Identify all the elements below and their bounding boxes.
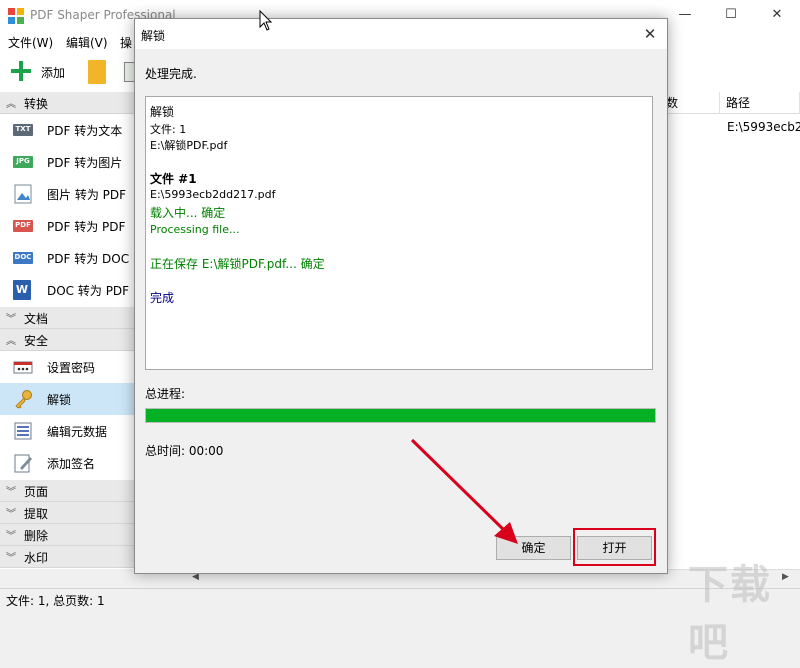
log-box[interactable]: 解锁 文件: 1 E:\解锁PDF.pdf 文件 #1 E:\5993ecb2d… xyxy=(145,96,653,370)
category-security[interactable]: ︽ 安全 xyxy=(0,329,138,351)
unlock-dialog: 解锁 ✕ 处理完成. 解锁 文件: 1 E:\解锁PDF.pdf 文件 #1 E… xyxy=(134,18,668,574)
sidebar-item-label: 添加签名 xyxy=(47,457,96,471)
mouse-cursor-icon xyxy=(259,10,273,31)
category-watermark[interactable]: ︾ 水印 xyxy=(0,546,138,568)
category-label: 提取 xyxy=(24,507,49,521)
dialog-status-text: 处理完成. xyxy=(145,67,197,81)
watermark-logo: 下载吧 xyxy=(688,562,772,666)
sidebar-item-add-signature[interactable]: 添加签名 xyxy=(0,447,138,479)
chevron-down-icon: ︾ xyxy=(6,531,16,542)
status-bar: 文件: 1, 总页数: 1 xyxy=(0,588,800,610)
file-list[interactable]: 数 路径 E:\5993ecb2 xyxy=(660,92,800,569)
sidebar-item-edit-metadata[interactable]: 编辑元数据 xyxy=(0,415,138,447)
sidebar-item-label: 解锁 xyxy=(47,393,72,407)
category-label: 水印 xyxy=(24,551,49,565)
progress-bar xyxy=(145,408,656,423)
progress-fill xyxy=(146,409,655,422)
sidebar-item-label: 编辑元数据 xyxy=(47,425,108,439)
chevron-up-icon: ︽ xyxy=(6,336,16,347)
folder-icon[interactable] xyxy=(88,60,106,84)
ok-button[interactable]: 确定 xyxy=(496,536,571,560)
menu-edit[interactable]: 编辑(V) xyxy=(66,34,108,51)
log-line: 载入中... 确定 xyxy=(150,206,226,220)
password-icon xyxy=(13,361,33,374)
log-line: 文件 #1 xyxy=(150,172,197,186)
category-label: 转换 xyxy=(24,97,49,111)
sidebar-item-pdf-to-image[interactable]: JPG PDF 转为图片 xyxy=(0,146,138,178)
add-icon[interactable] xyxy=(10,60,32,82)
sidebar-item-doc-to-pdf[interactable]: W DOC 转为 PDF xyxy=(0,274,138,306)
dialog-titlebar: 解锁 ✕ xyxy=(135,19,667,49)
log-line: 文件: 1 xyxy=(150,123,187,136)
log-line: E:\5993ecb2dd217.pdf xyxy=(150,188,276,201)
image-icon xyxy=(14,184,32,204)
chevron-down-icon: ︾ xyxy=(6,314,16,325)
sidebar-item-label: PDF 转为 DOC xyxy=(47,252,130,266)
category-label: 删除 xyxy=(24,529,49,543)
metadata-icon xyxy=(14,422,32,440)
add-button[interactable]: 添加 xyxy=(41,64,65,81)
category-document[interactable]: ︾ 文档 xyxy=(0,307,138,329)
close-button[interactable]: ✕ xyxy=(754,0,800,30)
dialog-title: 解锁 xyxy=(141,29,166,43)
sidebar-item-pdf-to-text[interactable]: TXT PDF 转为文本 xyxy=(0,114,138,146)
sidebar-item-pdf-to-doc[interactable]: DOC PDF 转为 DOC xyxy=(0,242,138,274)
column-header-path[interactable]: 路径 xyxy=(720,92,800,114)
signature-icon xyxy=(14,454,32,473)
chevron-down-icon: ︾ xyxy=(6,487,16,498)
open-button[interactable]: 打开 xyxy=(577,536,652,560)
category-label: 页面 xyxy=(24,485,49,499)
txt-icon: TXT xyxy=(13,124,33,136)
log-line: Processing file... xyxy=(150,223,240,236)
column-header-label: 路径 xyxy=(726,96,751,110)
sidebar: ︽ 转换 TXT PDF 转为文本 JPG PDF 转为图片 图片 转为 PDF… xyxy=(0,92,138,569)
category-delete[interactable]: ︾ 删除 xyxy=(0,524,138,546)
progress-label: 总进程: xyxy=(145,387,186,401)
sidebar-item-label: PDF 转为图片 xyxy=(47,156,123,170)
menu-operate[interactable]: 操 xyxy=(120,34,132,51)
close-icon[interactable]: ✕ xyxy=(633,19,667,49)
category-convert[interactable]: ︽ 转换 xyxy=(0,92,138,114)
app-logo-icon xyxy=(8,8,24,24)
chevron-down-icon: ︾ xyxy=(6,553,16,564)
doc-icon: DOC xyxy=(13,252,33,264)
sidebar-item-set-password[interactable]: 设置密码 xyxy=(0,351,138,383)
sidebar-item-label: 图片 转为 PDF xyxy=(47,188,127,202)
category-page[interactable]: ︾ 页面 xyxy=(0,480,138,502)
minimize-button[interactable]: — xyxy=(662,0,708,30)
log-line: E:\解锁PDF.pdf xyxy=(150,139,228,152)
menu-file[interactable]: 文件(W) xyxy=(8,34,53,51)
chevron-up-icon: ︽ xyxy=(6,99,16,110)
key-icon xyxy=(15,390,32,409)
column-header-count[interactable]: 数 xyxy=(660,92,720,114)
sidebar-item-label: PDF 转为文本 xyxy=(47,124,123,138)
table-cell-path[interactable]: E:\5993ecb2 xyxy=(727,120,800,134)
category-label: 安全 xyxy=(24,334,49,348)
jpg-icon: JPG xyxy=(13,156,33,168)
log-line: 完成 xyxy=(150,291,175,305)
chevron-down-icon: ︾ xyxy=(6,509,16,520)
log-line: 正在保存 E:\解锁PDF.pdf... 确定 xyxy=(150,257,325,271)
category-extract[interactable]: ︾ 提取 xyxy=(0,502,138,524)
sidebar-item-label: 设置密码 xyxy=(47,361,96,375)
sidebar-item-label: PDF 转为 PDF xyxy=(47,220,126,234)
total-time-label: 总时间: 00:00 xyxy=(145,444,224,458)
category-label: 文档 xyxy=(24,312,49,326)
log-line: 解锁 xyxy=(150,105,175,119)
sidebar-item-pdf-to-pdf[interactable]: PDF PDF 转为 PDF xyxy=(0,210,138,242)
word-icon: W xyxy=(13,280,31,300)
pdf-icon: PDF xyxy=(13,220,33,232)
sidebar-item-image-to-pdf[interactable]: 图片 转为 PDF xyxy=(0,178,138,210)
sidebar-item-unlock[interactable]: 解锁 xyxy=(0,383,138,415)
sidebar-item-label: DOC 转为 PDF xyxy=(47,284,130,298)
status-text: 文件: 1, 总页数: 1 xyxy=(6,594,105,608)
maximize-button[interactable]: ☐ xyxy=(708,0,754,30)
